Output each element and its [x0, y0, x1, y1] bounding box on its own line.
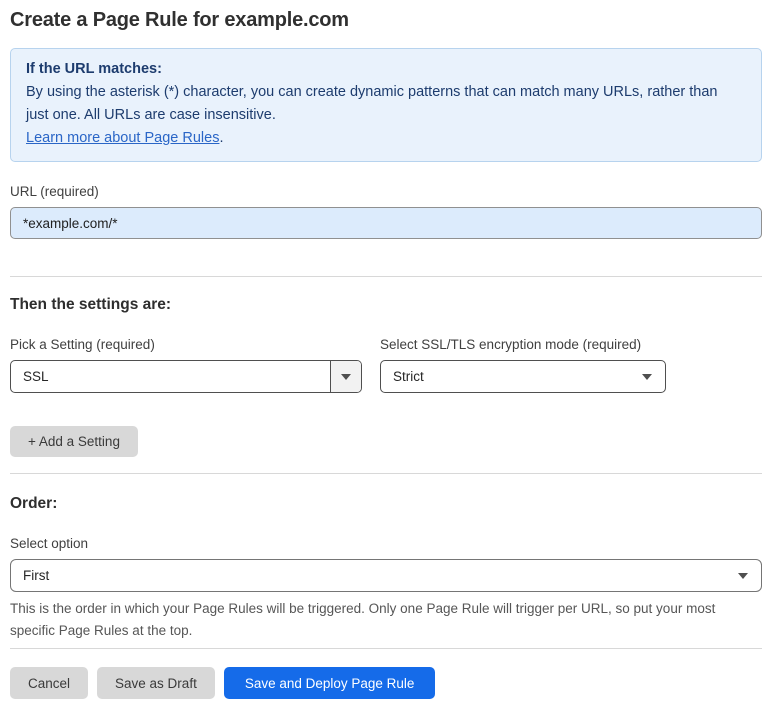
info-box-body: By using the asterisk (*) character, you…	[26, 84, 718, 123]
order-select-value: First	[23, 568, 50, 583]
pick-setting-dropdown-button[interactable]	[330, 361, 361, 392]
order-help-text: This is the order in which your Page Rul…	[10, 601, 716, 638]
chevron-down-icon	[642, 373, 652, 380]
create-page-rule-form: Create a Page Rule for example.com If th…	[0, 0, 772, 711]
order-section: Order: Select option First This is the o…	[10, 494, 762, 641]
url-label: URL (required)	[10, 184, 99, 199]
pick-setting-select[interactable]: SSL	[10, 360, 362, 393]
divider	[10, 648, 762, 649]
order-select-field: Select option First	[10, 535, 762, 592]
chevron-down-icon	[341, 373, 351, 380]
save-and-deploy-button[interactable]: Save and Deploy Page Rule	[223, 667, 436, 699]
settings-heading: Then the settings are:	[10, 296, 172, 313]
url-section: URL (required)	[10, 183, 762, 239]
pick-setting-label: Pick a Setting (required)	[10, 337, 155, 352]
settings-section: Then the settings are: Pick a Setting (r…	[10, 295, 762, 457]
order-select-label: Select option	[10, 536, 89, 551]
order-heading: Order:	[10, 495, 58, 512]
url-input[interactable]	[10, 207, 762, 239]
pick-setting-value: SSL	[23, 369, 49, 384]
ssl-mode-label: Select SSL/TLS encryption mode (required…	[380, 337, 642, 352]
divider	[10, 473, 762, 474]
page-title: Create a Page Rule for example.com	[10, 9, 349, 31]
divider	[10, 276, 762, 277]
save-as-draft-button[interactable]: Save as Draft	[97, 667, 215, 699]
info-box-heading: If the URL matches:	[26, 61, 162, 77]
order-select[interactable]: First	[10, 559, 762, 592]
add-setting-button[interactable]: + Add a Setting	[10, 426, 138, 457]
url-match-info-box: If the URL matches: By using the asteris…	[10, 48, 762, 162]
chevron-down-icon	[738, 572, 748, 579]
pick-setting-field: Pick a Setting (required) SSL	[10, 336, 362, 393]
info-box-link-line: Learn more about Page Rules.	[26, 127, 746, 150]
ssl-mode-field: Select SSL/TLS encryption mode (required…	[380, 336, 666, 393]
settings-selects-row: Pick a Setting (required) SSL Select SSL…	[10, 336, 762, 393]
ssl-mode-value: Strict	[393, 369, 424, 384]
cancel-button[interactable]: Cancel	[10, 667, 89, 699]
learn-more-link[interactable]: Learn more about Page Rules	[26, 130, 219, 146]
form-actions: Cancel Save as Draft Save and Deploy Pag…	[10, 667, 762, 699]
link-suffix: .	[219, 130, 224, 146]
ssl-mode-select[interactable]: Strict	[380, 360, 666, 393]
